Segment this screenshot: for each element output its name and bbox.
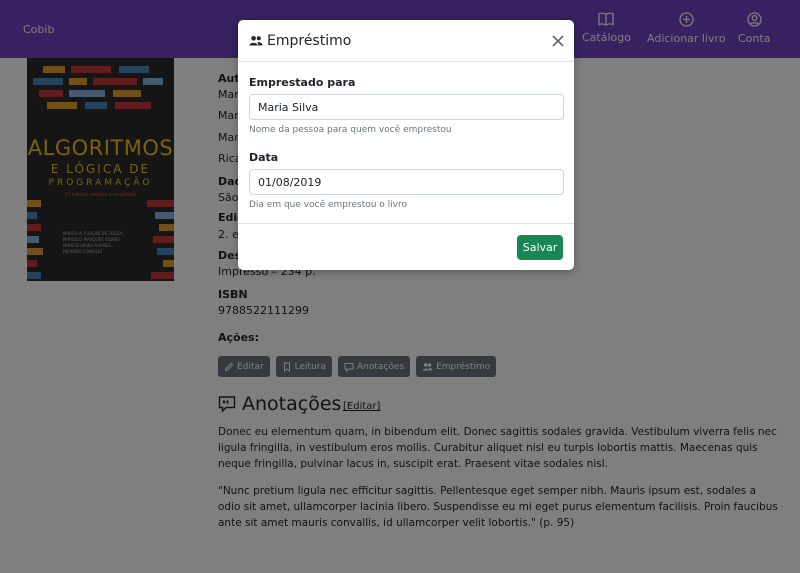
modal-header: Empréstimo [238,20,574,62]
loan-modal: Empréstimo Emprestado para Maria Silva N… [238,20,574,270]
modal-title-label: Empréstimo [267,33,352,49]
modal-title: Empréstimo [249,33,351,49]
date-label: Data [249,151,279,164]
close-icon[interactable] [551,34,565,48]
date-help: Dia em que você emprestou o livro [249,200,408,210]
people-icon [249,36,263,46]
modal-footer: Salvar [238,223,574,270]
lent-to-help: Nome da pessoa para quem você emprestou [249,125,452,135]
lent-to-value: Maria Silva [258,100,319,114]
date-value: 01/08/2019 [258,175,322,189]
save-button[interactable]: Salvar [517,235,563,260]
lent-to-input[interactable]: Maria Silva [249,94,564,120]
date-input[interactable]: 01/08/2019 [249,169,564,195]
lent-to-label: Emprestado para [249,76,356,89]
